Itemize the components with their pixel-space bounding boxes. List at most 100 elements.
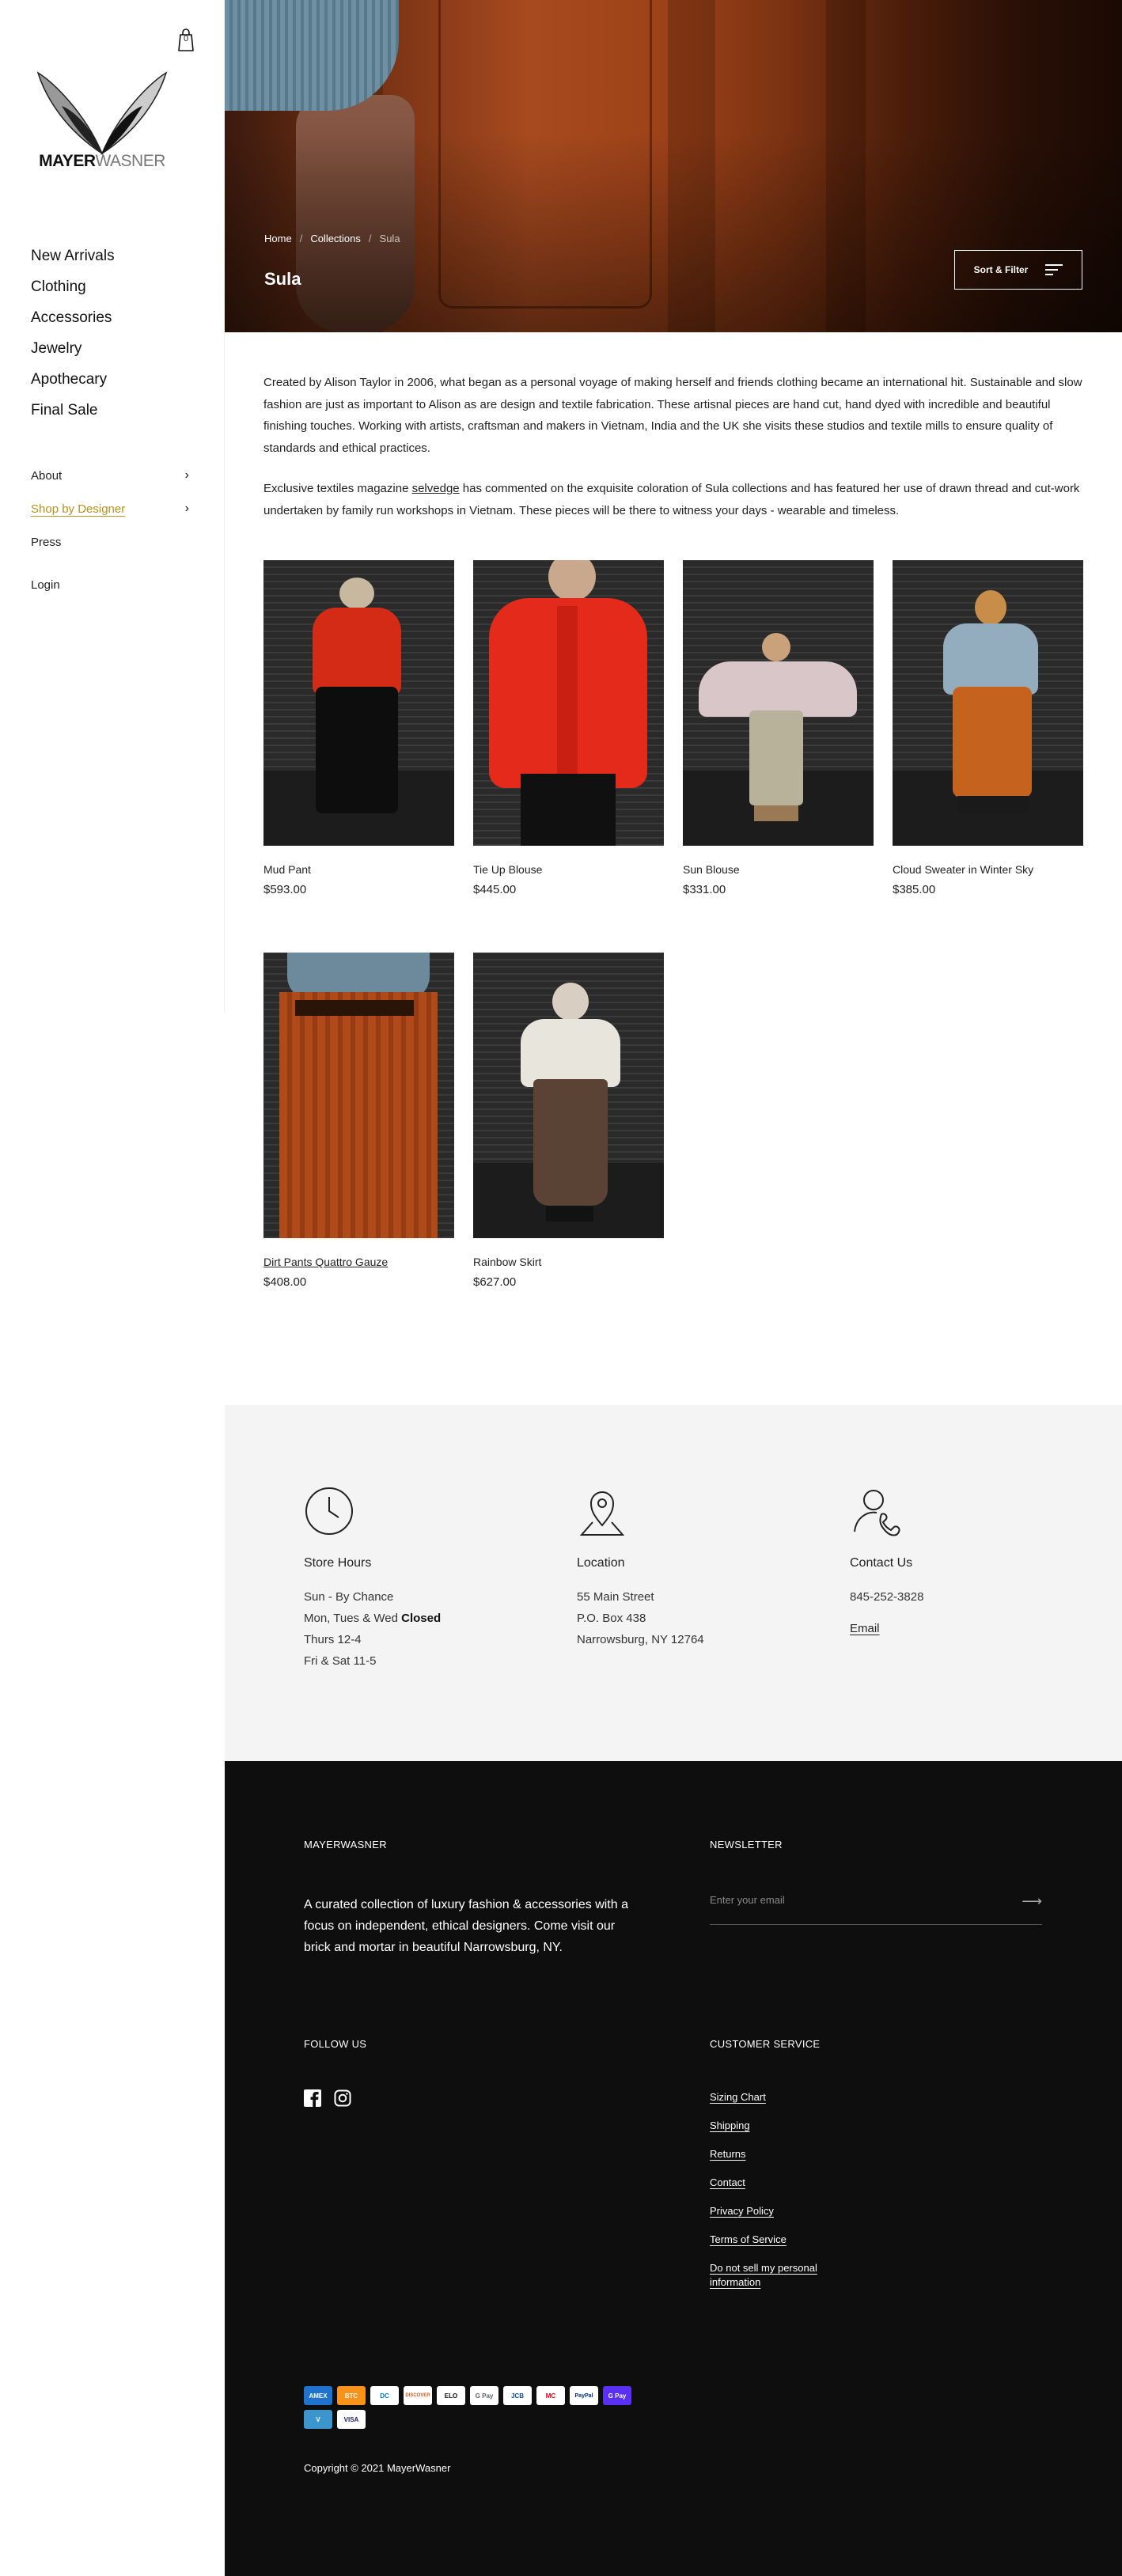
product-card[interactable]: Sun Blouse $331.00	[683, 560, 874, 896]
nav-clothing[interactable]: Clothing	[31, 271, 115, 302]
newsletter-heading: NEWSLETTER	[710, 1839, 783, 1851]
contact-phone[interactable]: 845-252-3828	[850, 1586, 1087, 1608]
contact-title: Contact Us	[850, 1556, 913, 1570]
product-image[interactable]	[263, 560, 454, 846]
product-image[interactable]	[683, 560, 874, 846]
mastercard-icon: MC	[536, 2386, 565, 2405]
product-card[interactable]: Mud Pant $593.00	[263, 560, 454, 896]
bitcoin-icon: BTC	[337, 2386, 366, 2405]
breadcrumb: Home / Collections / Sula	[264, 233, 400, 244]
cart-count: 0	[183, 34, 189, 44]
product-price: $445.00	[473, 883, 517, 896]
instagram-icon[interactable]	[334, 2089, 351, 2107]
link-shipping[interactable]: Shipping	[710, 2119, 844, 2133]
product-price: $331.00	[683, 883, 726, 896]
link-terms-of-service[interactable]: Terms of Service	[710, 2233, 844, 2247]
breadcrumb-home[interactable]: Home	[264, 233, 292, 244]
selvedge-link[interactable]: selvedge	[412, 482, 460, 495]
store-hours-title: Store Hours	[304, 1556, 372, 1570]
breadcrumb-collections[interactable]: Collections	[310, 233, 361, 244]
map-pin-icon	[579, 1491, 625, 1536]
link-do-not-sell[interactable]: Do not sell my personal information	[710, 2261, 844, 2290]
contact-block: Contact Us 845-252-3828 Email	[850, 1486, 1087, 1635]
facebook-icon[interactable]	[304, 2089, 321, 2107]
elo-icon: ELO	[437, 2386, 465, 2405]
arrow-right-icon[interactable]: ⟶	[1022, 1893, 1042, 1910]
product-price: $627.00	[473, 1275, 517, 1289]
social-links	[304, 2089, 351, 2107]
nav-new-arrivals[interactable]: New Arrivals	[31, 241, 115, 271]
clock-icon	[305, 1487, 353, 1535]
link-privacy-policy[interactable]: Privacy Policy	[710, 2204, 844, 2218]
product-price: $408.00	[263, 1275, 307, 1289]
sort-filter-button[interactable]: Sort & Filter	[954, 250, 1082, 290]
cart-button[interactable]: 0	[174, 27, 198, 52]
footer-brand-heading: MAYERWASNER	[304, 1839, 387, 1851]
main-navigation: New Arrivals Clothing Accessories Jewelr…	[31, 241, 115, 426]
amex-icon: AMEX	[304, 2386, 332, 2405]
chevron-right-icon: ›	[184, 468, 189, 482]
product-card[interactable]: Dirt Pants Quattro Gauze $408.00	[263, 953, 454, 1289]
contact-email-link[interactable]: Email	[850, 1622, 1087, 1635]
product-name[interactable]: Mud Pant	[263, 863, 454, 876]
product-name[interactable]: Tie Up Blouse	[473, 863, 664, 876]
location-address: 55 Main Street P.O. Box 438 Narrowsburg,…	[577, 1590, 704, 1646]
store-hours-block: Store Hours Sun - By Chance Mon, Tues & …	[304, 1486, 541, 1672]
newsletter-form: ⟶	[710, 1893, 1042, 1925]
collection-description: Created by Alison Taylor in 2006, what b…	[263, 372, 1083, 521]
brand-logo[interactable]: MAYERWASNER	[30, 66, 174, 193]
product-name[interactable]: Cloud Sweater in Winter Sky	[893, 863, 1083, 876]
link-sizing-chart[interactable]: Sizing Chart	[710, 2090, 844, 2104]
logo-wordmark: MAYERWASNER	[39, 152, 165, 170]
customer-service-heading: CUSTOMER SERVICE	[710, 2038, 821, 2050]
location-block: Location 55 Main Street P.O. Box 438 Nar…	[577, 1486, 814, 1650]
nav-accessories[interactable]: Accessories	[31, 302, 115, 333]
location-title: Location	[577, 1556, 625, 1570]
payment-methods: AMEX BTC DC DISCOVER ELO G Pay JCB MC Pa…	[304, 2386, 652, 2429]
product-card[interactable]: Rainbow Skirt $627.00	[473, 953, 664, 1289]
google-pay-icon: G Pay	[470, 2386, 498, 2405]
follow-us-heading: FOLLOW US	[304, 2038, 367, 2050]
nav-about[interactable]: About ›	[31, 459, 189, 492]
newsletter-email-input[interactable]	[710, 1894, 1010, 1906]
product-image[interactable]	[893, 560, 1083, 846]
description-paragraph: Created by Alison Taylor in 2006, what b…	[263, 376, 1082, 455]
product-name[interactable]: Rainbow Skirt	[473, 1256, 664, 1268]
nav-final-sale[interactable]: Final Sale	[31, 395, 115, 426]
nav-shop-by-designer[interactable]: Shop by Designer ›	[31, 492, 189, 525]
product-image[interactable]	[473, 560, 664, 846]
nav-jewelry[interactable]: Jewelry	[31, 333, 115, 364]
link-returns[interactable]: Returns	[710, 2147, 844, 2161]
customer-service-links: Sizing Chart Shipping Returns Contact Pr…	[710, 2090, 844, 2304]
product-image[interactable]	[263, 953, 454, 1238]
product-name[interactable]: Sun Blouse	[683, 863, 874, 876]
copyright: Copyright © 2021 MayerWasner	[304, 2462, 451, 2474]
sidebar: 0 MAYERWASNER New Arrivals Clothing Acce…	[0, 0, 225, 1013]
nav-press[interactable]: Press	[31, 525, 189, 559]
visa-icon: VISA	[337, 2410, 366, 2429]
product-price: $593.00	[263, 883, 307, 896]
discover-icon: DISCOVER	[404, 2386, 432, 2405]
link-contact[interactable]: Contact	[710, 2176, 844, 2190]
shop-pay-icon: G Pay	[603, 2386, 631, 2405]
store-hours-lines: Sun - By Chance Mon, Tues & Wed Closed T…	[304, 1590, 442, 1668]
butterfly-logo-mark	[36, 71, 168, 155]
filter-lines-icon	[1045, 264, 1063, 275]
contact-person-icon	[854, 1490, 900, 1536]
product-card[interactable]: Tie Up Blouse $445.00	[473, 560, 664, 896]
nav-apothecary[interactable]: Apothecary	[31, 364, 115, 395]
product-name[interactable]: Dirt Pants Quattro Gauze	[263, 1256, 454, 1268]
diners-club-icon: DC	[370, 2386, 399, 2405]
footer-about-text: A curated collection of luxury fashion &…	[304, 1898, 628, 1954]
site-footer: MAYERWASNER A curated collection of luxu…	[225, 1761, 1122, 2576]
product-price: $385.00	[893, 883, 936, 896]
product-card[interactable]: Cloud Sweater in Winter Sky $385.00	[893, 560, 1083, 896]
paypal-icon: PayPal	[570, 2386, 598, 2405]
product-image[interactable]	[473, 953, 664, 1238]
page-title: Sula	[264, 269, 301, 289]
breadcrumb-current: Sula	[379, 233, 400, 244]
collection-hero: Home / Collections / Sula Sula Sort & Filter	[225, 0, 1122, 332]
description-paragraph: Exclusive textiles magazine selvedge has…	[263, 482, 1080, 517]
login-link[interactable]: Login	[31, 578, 60, 592]
venmo-icon: V	[304, 2410, 332, 2429]
